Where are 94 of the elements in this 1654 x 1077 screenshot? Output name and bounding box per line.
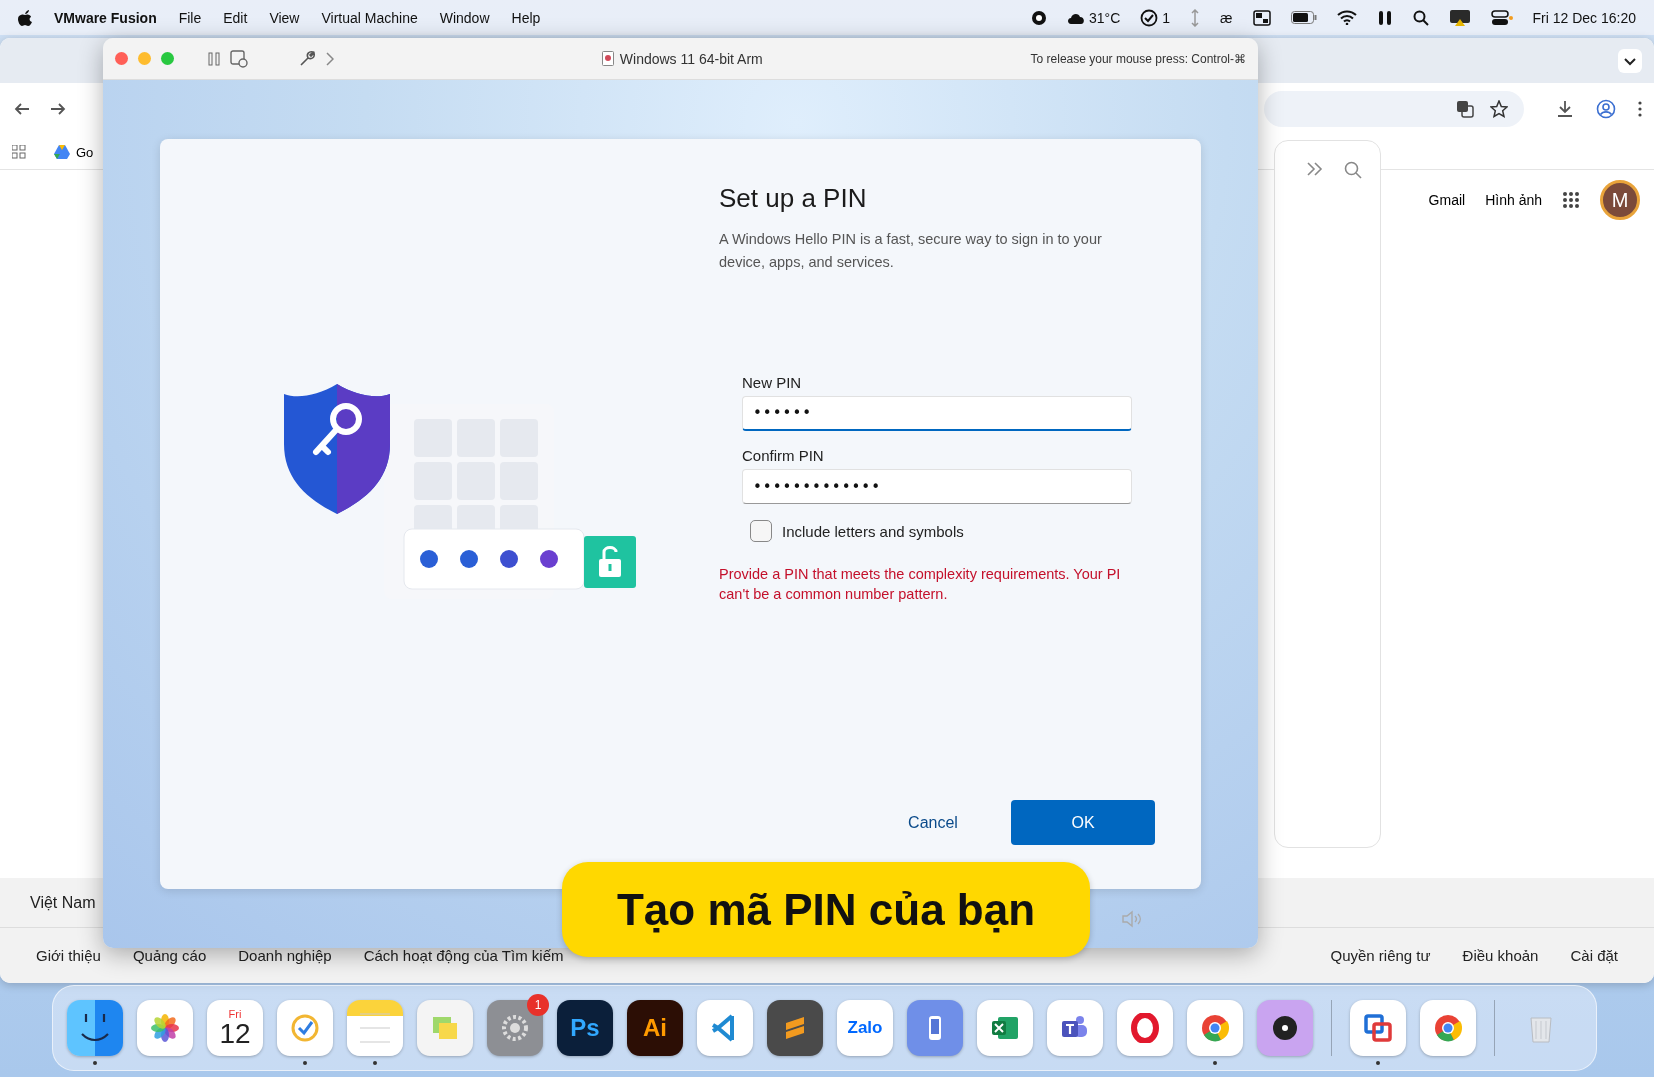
browser-circle-icon <box>1200 1013 1230 1043</box>
dock-app-tile[interactable] <box>1257 1000 1313 1056</box>
ok-button[interactable]: OK <box>1011 800 1155 845</box>
dock-app-tile[interactable] <box>347 1000 403 1056</box>
dock-app-tile[interactable] <box>977 1000 1033 1056</box>
chevron-right-icon[interactable] <box>326 51 334 66</box>
browser-circle-icon <box>1433 1013 1463 1043</box>
dock-app-tile[interactable] <box>277 1000 333 1056</box>
header-link[interactable]: Hình ảnh <box>1485 192 1542 208</box>
window-grid-icon[interactable] <box>1252 9 1271 26</box>
menu-item[interactable]: Edit <box>223 9 248 26</box>
dock-app-tile[interactable] <box>1187 1000 1243 1056</box>
dock-app-tile[interactable]: Fri 12 <box>207 1000 263 1056</box>
battery-icon[interactable] <box>1290 11 1317 24</box>
dock-app-tile[interactable]: Ai <box>627 1000 683 1056</box>
pause-icon[interactable] <box>208 51 220 66</box>
window-title: Windows 11 64-bit Arm <box>619 50 763 67</box>
document-icon <box>601 51 614 66</box>
checkbox[interactable] <box>750 520 772 542</box>
footer-link[interactable]: Điều khoản <box>1462 947 1539 964</box>
record-icon[interactable] <box>1030 9 1047 26</box>
dock-app-tile[interactable]: Ps <box>557 1000 613 1056</box>
header-link[interactable]: Gmail <box>1428 192 1466 208</box>
app-name[interactable]: VMware Fusion <box>54 9 157 26</box>
video-caption: Tạo mã PIN của bạn <box>562 862 1090 957</box>
profile-icon[interactable] <box>1596 99 1616 119</box>
dock-app-tile[interactable] <box>767 1000 823 1056</box>
dock-app-tile[interactable] <box>1047 1000 1103 1056</box>
cancel-button[interactable]: Cancel <box>883 800 983 845</box>
chevron-down-icon[interactable] <box>1618 48 1642 73</box>
menu-item[interactable]: Virtual Machine <box>321 9 418 26</box>
temperature-text: 31°C <box>1088 9 1121 26</box>
forward-arrow-icon[interactable] <box>50 101 66 117</box>
translate-icon[interactable] <box>1456 100 1474 118</box>
dialog-title: Set up a PIN <box>719 183 868 214</box>
dock-app-tile[interactable] <box>1117 1000 1173 1056</box>
disc-icon <box>1270 1013 1300 1043</box>
face-icon <box>80 1013 110 1043</box>
footer-link[interactable]: Cài đặt <box>1570 947 1618 964</box>
check-circle-icon[interactable] <box>1140 8 1159 27</box>
dock-app-tile[interactable] <box>417 1000 473 1056</box>
back-arrow-icon[interactable] <box>14 101 30 117</box>
overlapping-squares-icon <box>1363 1013 1393 1043</box>
more-vertical-icon[interactable] <box>1638 101 1642 117</box>
control-center-icon[interactable] <box>1490 9 1513 26</box>
footer-link[interactable]: Doanh nghiệp <box>238 947 332 964</box>
footer-link[interactable]: Giới thiệu <box>36 947 101 964</box>
ring-icon <box>1130 1013 1160 1043</box>
flower-icon <box>150 1013 180 1043</box>
gear-icon <box>500 1013 530 1043</box>
address-bar[interactable] <box>1264 91 1524 127</box>
dock-app-tile[interactable] <box>697 1000 753 1056</box>
menu-item[interactable]: File <box>178 9 202 26</box>
dock-app-tile[interactable] <box>1350 1000 1406 1056</box>
error-message: Provide a PIN that meets the complexity requirements. Your PI can't be a common number pattern. <box>719 565 1122 604</box>
double-chevron-icon[interactable] <box>1305 161 1324 177</box>
checkbox-label[interactable]: Include letters and symbols <box>782 522 964 540</box>
menu-item[interactable]: Help <box>511 9 541 26</box>
bookmark-item[interactable]: Go <box>54 144 94 160</box>
apple-logo-icon <box>18 9 32 26</box>
footer-link[interactable]: Quyền riêng tư <box>1330 947 1431 964</box>
notification-badge: 1 <box>527 994 549 1016</box>
dialog-description: A Windows Hello PIN is a fast, secure way to sign in to your device, apps, and services. <box>719 230 1103 272</box>
screen-share-icon[interactable] <box>1448 8 1471 27</box>
task-count: 1 <box>1162 9 1171 26</box>
apps-grid-icon[interactable] <box>1562 191 1580 209</box>
pin-field[interactable]: ••••••••••••• <box>742 469 1132 504</box>
input-method-text[interactable]: æ <box>1220 9 1233 26</box>
dock-app-tile[interactable]: Zalo <box>837 1000 893 1056</box>
menu-item[interactable]: Window <box>439 9 490 26</box>
release-hint: To release your mouse press: Control-⌘ <box>1030 51 1246 66</box>
dock-app-tile[interactable] <box>67 1000 123 1056</box>
clock-text[interactable]: Fri 12 Dec 16:20 <box>1532 9 1636 26</box>
lined-paper-icon <box>360 1013 390 1043</box>
wifi-icon[interactable] <box>1336 10 1357 25</box>
cloud-icon[interactable] <box>1066 11 1085 24</box>
window-control-button[interactable] <box>115 52 128 65</box>
dock-app-tile[interactable] <box>487 1000 543 1056</box>
pin-field[interactable]: •••••• <box>742 396 1132 431</box>
padlock-icon <box>583 535 636 588</box>
avatar[interactable]: M <box>1600 180 1640 220</box>
field-label: New PIN <box>742 374 803 391</box>
search-icon[interactable] <box>1412 9 1429 26</box>
field-label: Confirm PIN <box>742 447 825 464</box>
footer-link[interactable]: Quảng cáo <box>132 947 207 964</box>
star-icon[interactable] <box>1490 100 1508 118</box>
footer-link[interactable]: Cách hoạt động của Tìm kiếm <box>363 947 564 964</box>
dock-app-tile[interactable] <box>1420 1000 1476 1056</box>
menu-item[interactable]: View <box>269 9 300 26</box>
checkmark-circle-icon <box>290 1013 320 1043</box>
snapshot-icon[interactable] <box>230 49 248 68</box>
dock-app-tile[interactable] <box>907 1000 963 1056</box>
download-icon[interactable] <box>1556 100 1574 118</box>
dock-app-tile[interactable] <box>137 1000 193 1056</box>
